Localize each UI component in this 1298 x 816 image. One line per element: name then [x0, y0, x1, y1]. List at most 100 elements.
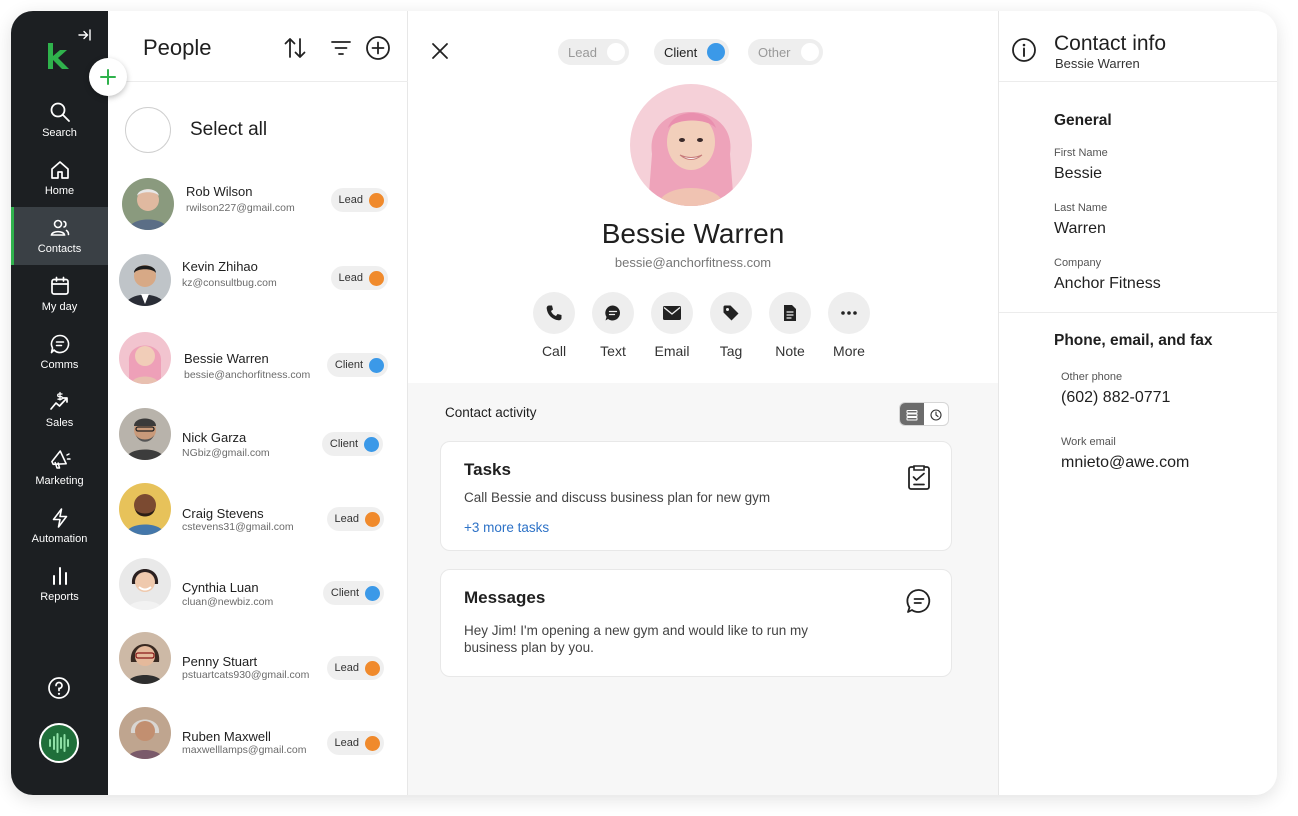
text-button[interactable]: Text [583, 292, 643, 359]
collapse-sidebar-icon[interactable] [77, 27, 93, 43]
user-avatar[interactable] [39, 723, 79, 763]
email-button[interactable]: Email [642, 292, 702, 359]
activity-view-toggle[interactable] [899, 402, 949, 426]
contact-name: Rob Wilson [186, 184, 253, 199]
more-button[interactable]: More [819, 292, 879, 359]
other-phone-value[interactable]: (602) 882-0771 [1061, 389, 1170, 407]
close-icon[interactable] [430, 41, 450, 61]
list-view-icon [906, 410, 918, 421]
contact-name-heading: Bessie Warren [601, 218, 785, 249]
messages-title: Messages [464, 588, 546, 607]
contact-row[interactable]: Bessie Warren bessie@anchorfitness.com C… [108, 319, 408, 393]
status-badge[interactable]: Lead [330, 188, 388, 212]
contact-row[interactable]: Cynthia Luan cluan@newbiz.com Client [108, 551, 408, 625]
sidebar-item-automation[interactable]: Automation [11, 497, 108, 555]
contact-avatar [122, 178, 174, 230]
status-badge-label: Client [329, 438, 358, 450]
status-badge[interactable]: Lead [330, 266, 388, 290]
client-dot-icon [365, 585, 380, 601]
action-label: Tag [719, 343, 743, 359]
messages-card[interactable]: Messages Hey Jim! I'm opening a new gym … [440, 569, 952, 677]
status-toggle-lead[interactable]: Lead [558, 39, 629, 65]
status-badge-label: Client [334, 359, 363, 371]
calendar-icon [50, 276, 69, 295]
timeline-view-button[interactable] [924, 403, 948, 425]
quick-add-button[interactable] [89, 58, 127, 96]
general-section-title: General [1054, 112, 1112, 129]
status-badge[interactable]: Client [321, 432, 383, 456]
search-icon [50, 102, 70, 122]
status-badge[interactable]: Lead [326, 731, 384, 755]
call-button[interactable]: Call [524, 292, 584, 359]
contact-row[interactable]: Penny Stuart pstuartcats930@gmail.com Le… [108, 625, 408, 699]
people-header: People [108, 11, 408, 82]
company-value[interactable]: Anchor Fitness [1054, 275, 1161, 293]
contact-email: pstuartcats930@gmail.com [182, 669, 310, 681]
status-badge[interactable]: Client [322, 581, 384, 605]
contact-row[interactable]: Craig Stevens cstevens31@gmail.com Lead [108, 475, 408, 549]
text-message-icon [605, 305, 620, 321]
sidebar-item-search[interactable]: Search [11, 91, 108, 149]
status-toggle-label: Other [758, 44, 791, 60]
contact-email: maxwelllamps@gmail.com [182, 744, 307, 756]
select-all-checkbox[interactable] [125, 107, 171, 153]
toggle-knob-icon [606, 43, 625, 61]
add-contact-icon[interactable] [365, 35, 391, 61]
tasks-text: Call Bessie and discuss business plan fo… [464, 490, 771, 505]
contact-email[interactable]: bessie@anchorfitness.com [408, 255, 978, 270]
sidebar-item-marketing[interactable]: Marketing [11, 439, 108, 497]
more-tasks-link[interactable]: +3 more tasks [464, 520, 549, 535]
status-badge[interactable]: Client [326, 353, 388, 377]
lead-dot-icon [369, 192, 384, 208]
keap-logo[interactable] [45, 41, 71, 71]
sidebar-item-label: Sales [45, 417, 74, 429]
contact-activity: Contact activity Tasks Call Bessie and d… [408, 383, 998, 795]
sidebar-item-reports[interactable]: Reports [11, 555, 108, 613]
status-badge-label: Lead [338, 194, 363, 206]
home-icon [50, 161, 69, 179]
last-name-value[interactable]: Warren [1054, 220, 1106, 238]
tag-icon [723, 305, 739, 321]
lightning-icon [52, 508, 67, 528]
list-view-button[interactable] [900, 403, 924, 425]
tag-button[interactable]: Tag [701, 292, 761, 359]
chat-icon [50, 334, 69, 354]
sidebar-item-label: Reports [40, 591, 79, 603]
sidebar-item-label: Search [42, 127, 77, 139]
contact-methods-section-title: Phone, email, and fax [1054, 332, 1213, 349]
work-email-value[interactable]: mnieto@awe.com [1061, 454, 1189, 472]
more-dots-icon [841, 311, 857, 315]
lead-dot-icon [365, 511, 380, 527]
sidebar-item-contacts[interactable]: Contacts [11, 207, 108, 265]
app-window: Search Home Contacts My day Comms Sales … [11, 11, 1277, 795]
toggle-knob-icon [707, 43, 726, 61]
sidebar-item-home[interactable]: Home [11, 149, 108, 207]
action-label: More [833, 343, 865, 359]
sales-icon [49, 391, 68, 410]
action-label: Note [775, 343, 805, 359]
contact-info-header: Contact info Bessie Warren [999, 11, 1277, 82]
status-badge[interactable]: Lead [326, 656, 384, 680]
contact-row[interactable]: Ruben Maxwell maxwelllamps@gmail.com Lea… [108, 701, 408, 775]
section-divider [999, 312, 1277, 313]
status-badge-label: Client [330, 587, 359, 599]
sidebar-item-comms[interactable]: Comms [11, 323, 108, 381]
status-toggle-other[interactable]: Other [748, 39, 823, 65]
contact-email: bessie@anchorfitness.com [184, 369, 311, 381]
status-badge[interactable]: Lead [326, 507, 384, 531]
status-toggle-client[interactable]: Client [654, 39, 730, 65]
tasks-card[interactable]: Tasks Call Bessie and discuss business p… [440, 441, 952, 551]
status-badge-label: Lead [334, 513, 359, 525]
sort-icon[interactable] [282, 35, 308, 61]
first-name-value[interactable]: Bessie [1054, 165, 1102, 183]
contact-name: Bessie Warren [184, 351, 269, 366]
contact-row[interactable]: Nick Garza NGbiz@gmail.com Client [108, 399, 408, 473]
help-icon[interactable] [47, 676, 71, 700]
filter-icon[interactable] [328, 35, 354, 61]
contact-row[interactable]: Rob Wilson rwilson227@gmail.com Lead [108, 165, 408, 239]
sidebar-item-my-day[interactable]: My day [11, 265, 108, 323]
action-label: Email [654, 343, 690, 359]
note-button[interactable]: Note [760, 292, 820, 359]
contact-row[interactable]: Kevin Zhihao kz@consultbug.com Lead [108, 243, 408, 317]
sidebar-item-sales[interactable]: Sales [11, 381, 108, 439]
